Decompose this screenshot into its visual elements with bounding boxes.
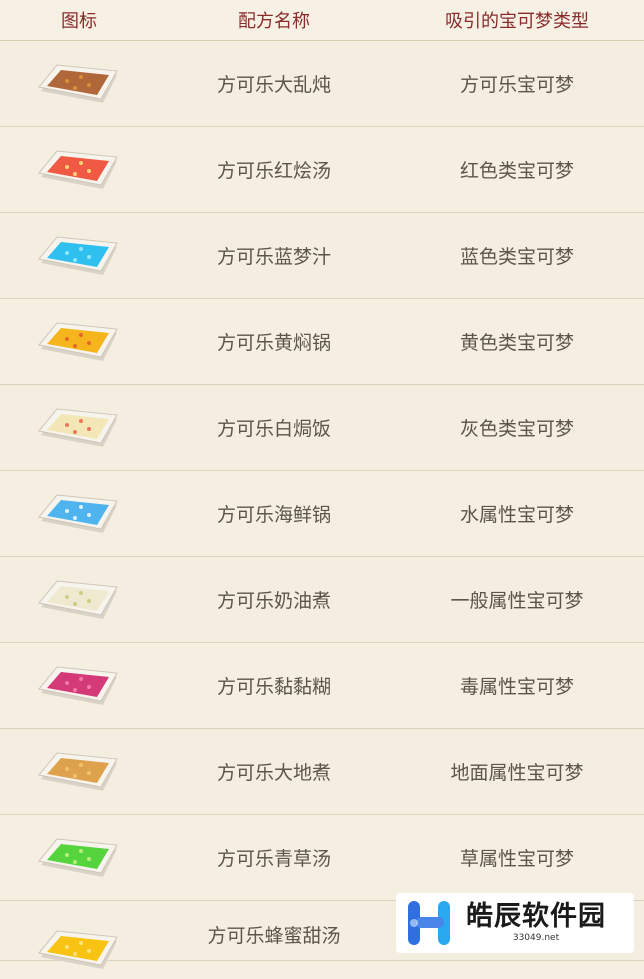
attracted-type: 红色类宝可梦 (459, 160, 574, 182)
recipe-name: 方可乐红烩汤 (216, 160, 331, 182)
header-attracted-type: 吸引的宝可梦类型 (445, 11, 589, 32)
row-icon-cell (0, 227, 158, 285)
table-row: 方可乐大乱炖 方可乐宝可梦 (0, 41, 644, 127)
recipe-name: 方可乐海鲜锅 (216, 504, 331, 526)
row-icon-cell (0, 571, 158, 629)
attracted-type: 草属性宝可梦 (459, 848, 574, 870)
recipe-name: 方可乐蜂蜜甜汤 (207, 925, 341, 947)
header-icon: 图标 (61, 11, 97, 32)
milk-dish-icon (38, 579, 118, 619)
recipe-name: 方可乐黄焖锅 (216, 332, 331, 354)
row-icon-cell (0, 657, 158, 715)
table-header: 图标 配方名称 吸引的宝可梦类型 (0, 0, 644, 41)
row-icon-cell (0, 399, 158, 457)
header-recipe-name: 配方名称 (238, 11, 310, 32)
recipe-name: 方可乐白焗饭 (216, 418, 331, 440)
attracted-type: 地面属性宝可梦 (450, 762, 584, 784)
table-row: 方可乐黏黏糊 毒属性宝可梦 (0, 643, 644, 729)
recipe-name: 方可乐黏黏糊 (216, 676, 331, 698)
earth-dish-icon (38, 751, 118, 791)
cream-dish-icon (38, 407, 118, 447)
recipe-table: 图标 配方名称 吸引的宝可梦类型 方可乐大乱炖 方可乐宝可梦方可乐红烩汤 红色类宝可… (0, 0, 644, 969)
row-icon-cell (0, 485, 158, 543)
table-row: 方可乐黄焖锅 黄色类宝可梦 (0, 299, 644, 385)
row-icon-cell (0, 141, 158, 199)
row-icon-cell (0, 829, 158, 887)
poison-dish-icon (38, 665, 118, 705)
attracted-type: 水属性宝可梦 (459, 504, 574, 526)
brown-dish-icon (38, 63, 118, 103)
row-icon-cell (0, 921, 158, 979)
grass-dish-icon (38, 837, 118, 877)
watermark-title: 皓辰软件园 (466, 901, 606, 932)
watermark-url: 33049.net (512, 933, 560, 943)
recipe-name: 方可乐蓝梦汁 (216, 246, 331, 268)
recipe-name: 方可乐大乱炖 (216, 74, 331, 96)
table-row: 方可乐海鲜锅 水属性宝可梦 (0, 471, 644, 557)
table-row: 方可乐青草汤 草属性宝可梦 (0, 815, 644, 901)
attracted-type: 一般属性宝可梦 (450, 590, 584, 612)
seafood-dish-icon (38, 493, 118, 533)
honey-dish-icon (38, 930, 118, 969)
table-row: 方可乐红烩汤 红色类宝可梦 (0, 127, 644, 213)
row-icon-cell (0, 743, 158, 801)
watermark-logo-icon (408, 901, 450, 945)
table-row: 方可乐大地煮 地面属性宝可梦 (0, 729, 644, 815)
red-dish-icon (38, 149, 118, 189)
row-icon-cell (0, 55, 158, 113)
table-row: 方可乐白焗饭 灰色类宝可梦 (0, 385, 644, 471)
recipe-name: 方可乐青草汤 (216, 848, 331, 870)
attracted-type: 毒属性宝可梦 (459, 676, 574, 698)
row-icon-cell (0, 313, 158, 371)
table-row: 方可乐奶油煮 一般属性宝可梦 (0, 557, 644, 643)
table-row: 方可乐蓝梦汁 蓝色类宝可梦 (0, 213, 644, 299)
attracted-type: 方可乐宝可梦 (459, 74, 574, 96)
recipe-name: 方可乐奶油煮 (216, 590, 331, 612)
attracted-type: 黄色类宝可梦 (459, 332, 574, 354)
attracted-type: 灰色类宝可梦 (459, 418, 574, 440)
table-body: 方可乐大乱炖 方可乐宝可梦方可乐红烩汤 红色类宝可梦方可乐蓝梦汁 蓝色类宝可梦方可乐黄… (0, 41, 644, 969)
recipe-name: 方可乐大地煮 (216, 762, 331, 784)
watermark: 皓辰软件园 33049.net (396, 893, 634, 953)
blue-dish-icon (38, 235, 118, 275)
yellow-dish-icon (38, 321, 118, 361)
attracted-type: 蓝色类宝可梦 (459, 246, 574, 268)
